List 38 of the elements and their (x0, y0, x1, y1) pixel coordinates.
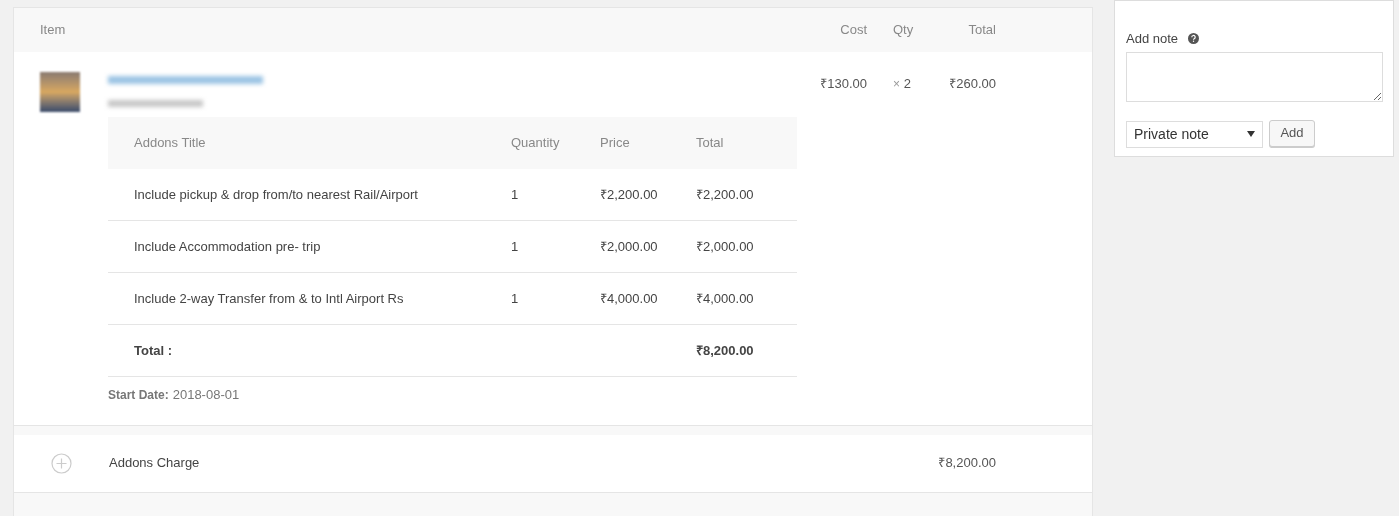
add-button[interactable]: Add (1269, 119, 1315, 147)
addon-total: ₹2,200.00 (696, 186, 754, 202)
column-header: Price (600, 135, 630, 151)
help-icon[interactable] (1188, 33, 1200, 45)
item-qty: 2 (903, 76, 911, 91)
column-header: Total (696, 135, 724, 151)
photo-placeholder (40, 72, 80, 112)
note-input-field[interactable] (1126, 51, 1383, 102)
addon-total: ₹2,000.00 (696, 238, 754, 254)
addon-quantity: 1 (511, 186, 519, 202)
column-header: Addons Title (134, 135, 206, 151)
addon-price: ₹2,200.00 (600, 186, 658, 202)
addons-total: ₹8,200.00 (696, 342, 754, 358)
fee-label: Addons Charge (109, 454, 200, 473)
column-header: Cost (840, 22, 867, 38)
addon-price: ₹2,000.00 (600, 238, 658, 254)
caret-icon (1247, 131, 1255, 137)
column-header: Qty (893, 22, 914, 38)
addon-title: Include Accommodation pre- trip (134, 238, 321, 254)
qty-sign: × (893, 77, 900, 91)
column-header: Item (40, 22, 66, 38)
addon-quantity: 1 (511, 290, 519, 306)
addon-total: ₹4,000.00 (696, 290, 754, 306)
note-type-dropdown[interactable]: Private note (1126, 120, 1263, 148)
fee-total: ₹8,200.00 (938, 454, 996, 473)
column-header: Total (968, 22, 996, 38)
addon-quantity: 1 (511, 238, 519, 254)
addon-title: Include 2-way Transfer from & to Intl Airport Rs (134, 290, 404, 306)
addon-title: Include pickup & drop from/to nearest Rail/Airport (134, 186, 418, 202)
total-label: Total : (134, 342, 173, 358)
start-date-label: Start Date: (108, 387, 169, 404)
item-total: ₹260.00 (949, 76, 996, 91)
start-date-value: 2018-08-01 (172, 386, 240, 404)
column-header: Quantity (511, 135, 560, 151)
item-cost: ₹130.00 (820, 76, 867, 91)
plus-circle-icon (51, 452, 72, 474)
add-note-label: Add note (1126, 30, 1179, 48)
addon-price: ₹4,000.00 (600, 290, 658, 306)
